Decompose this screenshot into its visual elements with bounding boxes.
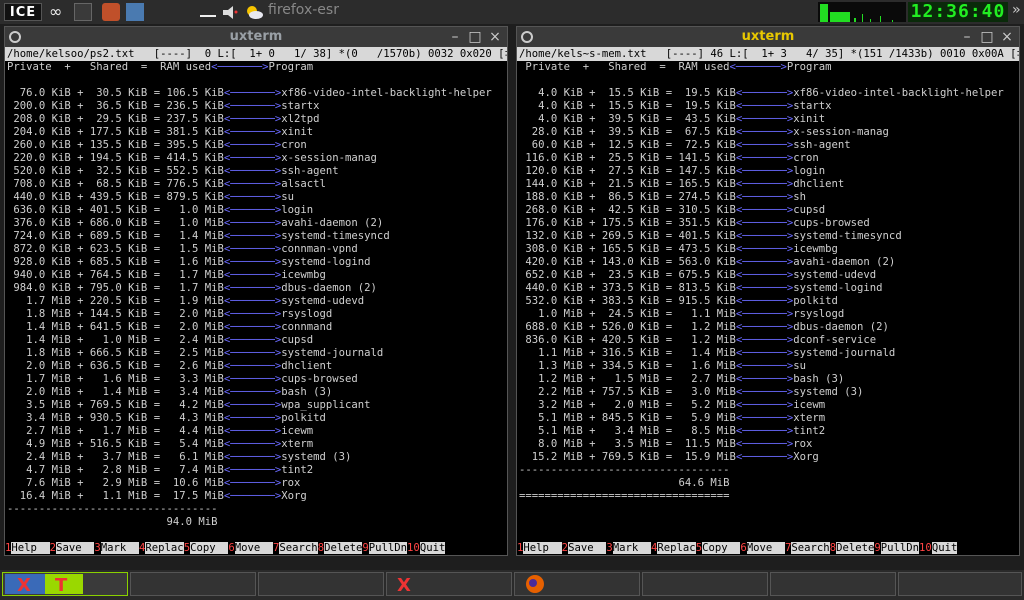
taskbar: X T X — [0, 570, 1024, 600]
taskbar-workspace-4[interactable]: X — [386, 572, 512, 596]
taskbar-workspace-3[interactable] — [258, 572, 384, 596]
minimize-button[interactable]: – — [959, 27, 975, 47]
taskbar-workspace-2[interactable] — [130, 572, 256, 596]
taskbar-workspace-8[interactable] — [898, 572, 1022, 596]
sun-cloud-icon[interactable] — [244, 3, 264, 21]
ice-menu-button[interactable]: ICE — [4, 3, 42, 21]
taskbar-workspace-1[interactable]: X T — [2, 572, 128, 596]
taskbar-workspace-7[interactable] — [770, 572, 896, 596]
editor-content[interactable]: Private + Shared = RAM used<───────>Prog… — [517, 61, 1019, 533]
uxterm-window-left[interactable]: uxterm – □ × /home/kelsoo/ps2.txt [----]… — [4, 26, 508, 556]
active-window-title: firefox-esr — [268, 2, 339, 18]
show-desktop-icon[interactable] — [74, 3, 92, 21]
titlebar-left[interactable]: uxterm – □ × — [5, 27, 507, 47]
svg-text:X: X — [397, 575, 411, 595]
svg-text:X: X — [17, 575, 31, 595]
maximize-button[interactable]: □ — [979, 27, 995, 47]
editor-content[interactable]: Private + Shared = RAM used<───────>Prog… — [5, 61, 507, 533]
svg-text:∞: ∞ — [49, 3, 62, 21]
svg-text:T: T — [55, 575, 68, 595]
volume-icon[interactable] — [222, 3, 238, 21]
close-button[interactable]: × — [999, 27, 1015, 47]
minimize-all-icon[interactable] — [200, 3, 216, 17]
file-manager-icon[interactable] — [126, 3, 144, 21]
maximize-button[interactable]: □ — [467, 27, 483, 47]
clock[interactable]: 12:36:40 — [908, 2, 1008, 22]
panel-overflow-icon[interactable]: » — [1012, 2, 1020, 18]
function-key-bar: 1Help 2Save 3Mark 4Replac5Copy 6Move 7Se… — [517, 541, 1019, 555]
function-key-bar: 1Help 2Save 3Mark 4Replac5Copy 6Move 7Se… — [5, 541, 507, 555]
minimize-button[interactable]: – — [447, 27, 463, 47]
infinity-icon[interactable]: ∞ — [48, 2, 68, 21]
taskbar-workspace-5[interactable] — [514, 572, 640, 596]
top-panel: ICE ∞ firefox-esr 12:36:40 » — [0, 0, 1024, 24]
close-button[interactable]: × — [487, 27, 503, 47]
editor-status-line: /home/kels~s-mem.txt [----] 46 L:[ 1+ 3 … — [517, 47, 1019, 61]
taskbar-workspace-6[interactable] — [642, 572, 768, 596]
window-title: uxterm — [741, 29, 795, 44]
firefox-launcher-icon[interactable] — [102, 3, 120, 21]
editor-status-line: /home/kelsoo/ps2.txt [----] 0 L:[ 1+ 0 1… — [5, 47, 507, 61]
titlebar-right[interactable]: uxterm – □ × — [517, 27, 1019, 47]
window-title: uxterm — [229, 29, 283, 44]
cpu-monitor — [818, 2, 906, 22]
uxterm-window-right[interactable]: uxterm – □ × /home/kels~s-mem.txt [----]… — [516, 26, 1020, 556]
